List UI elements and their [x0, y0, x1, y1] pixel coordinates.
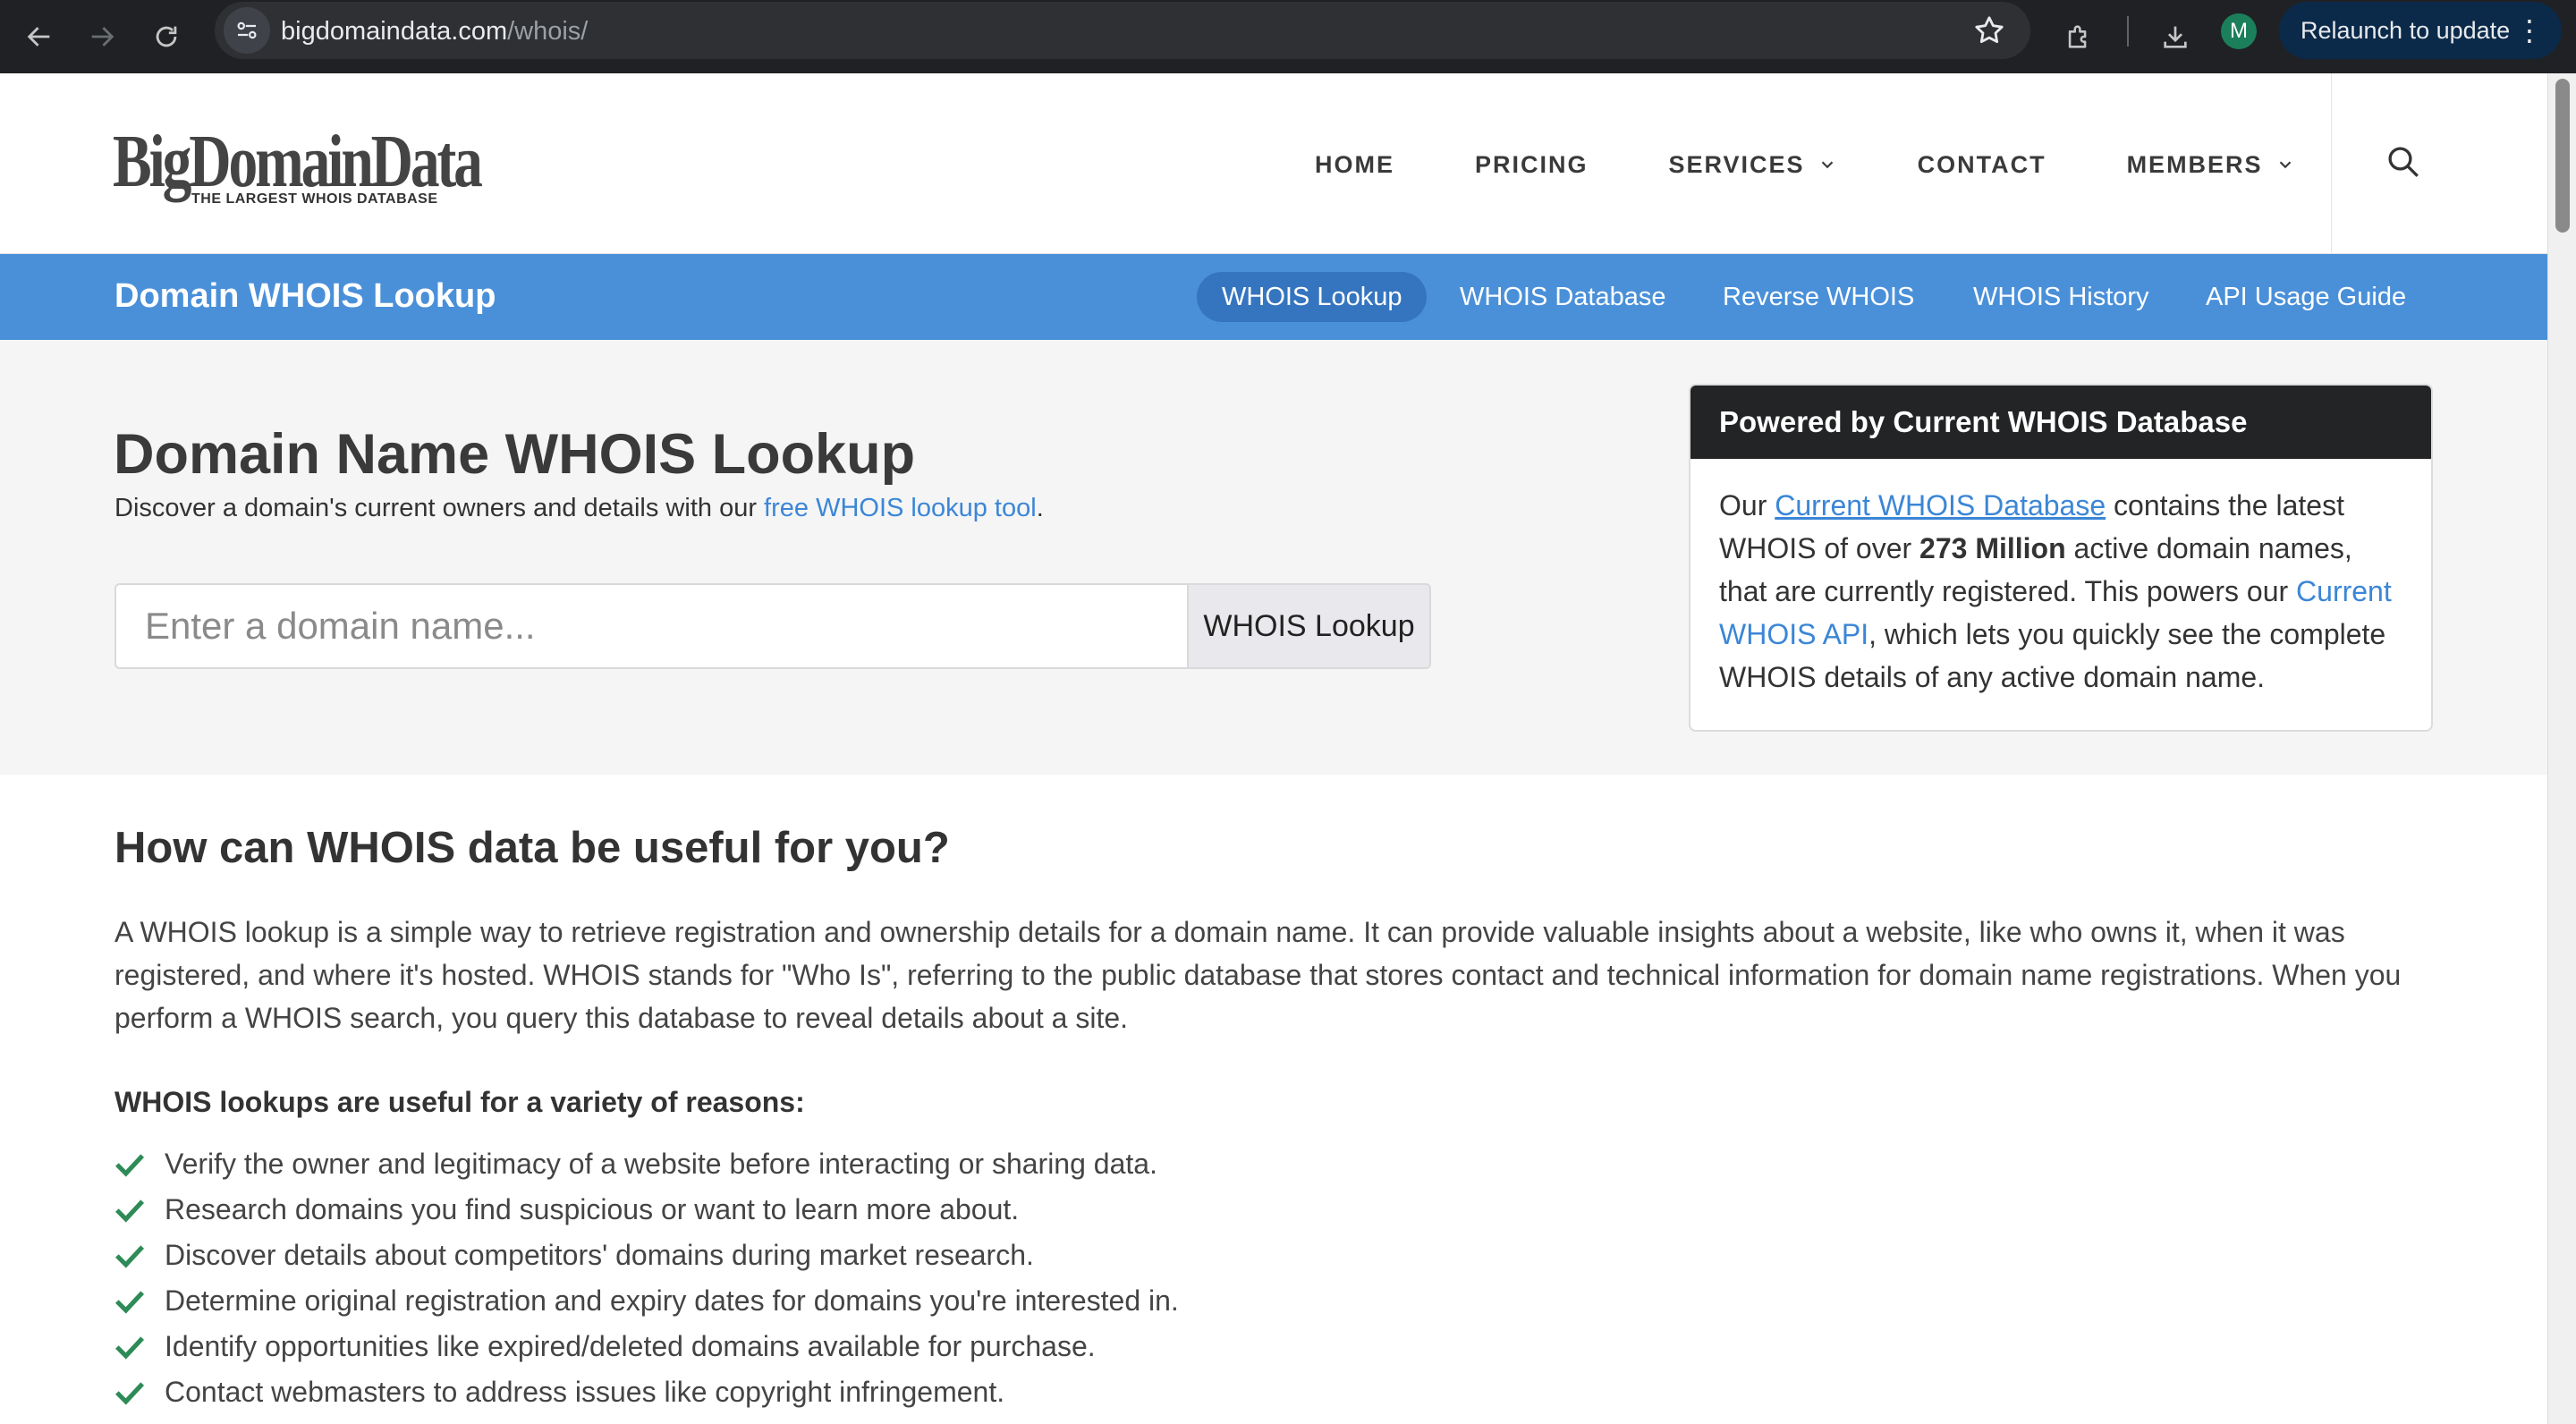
card-title: Powered by Current WHOIS Database [1690, 386, 2431, 459]
list-item: Determine original registration and expi… [114, 1278, 1179, 1324]
nav-divider [2331, 73, 2332, 254]
relaunch-label: Relaunch to update [2301, 17, 2511, 44]
checkmark-icon [115, 1335, 145, 1360]
domain-search-input[interactable] [114, 583, 1188, 669]
site-logo[interactable]: BigDomainData THE LARGEST WHOIS DATABASE [113, 120, 483, 208]
whois-lookup-button[interactable]: WHOIS Lookup [1187, 583, 1431, 669]
card-body: Our Current WHOIS Database contains the … [1690, 459, 2431, 699]
nav-pricing[interactable]: PRICING [1475, 151, 1589, 179]
hero-subtitle-suffix: . [1036, 494, 1044, 522]
browser-toolbar: bigdomaindata.com/whois/ M Relaunch to u… [0, 0, 2576, 73]
forward-arrow-icon[interactable] [77, 12, 127, 62]
list-item: Research domains you find suspicious or … [114, 1187, 1179, 1233]
free-whois-tool-link[interactable]: free WHOIS lookup tool [764, 494, 1037, 522]
toolbar-separator [2127, 16, 2129, 47]
checkmark-icon [115, 1244, 145, 1268]
nav-pricing-label: PRICING [1475, 150, 1589, 178]
logo-wordmark: BigDomainData [113, 120, 483, 203]
nav-contact[interactable]: CONTACT [1918, 151, 2046, 179]
address-bar[interactable]: bigdomaindata.com/whois/ [215, 2, 2030, 59]
subnav-whois-lookup[interactable]: WHOIS Lookup [1197, 272, 1428, 322]
current-whois-database-link[interactable]: Current WHOIS Database [1775, 489, 2106, 521]
list-item: Verify the owner and legitimacy of a web… [114, 1141, 1179, 1187]
subnav-whois-history[interactable]: WHOIS History [1948, 272, 2174, 322]
list-item: Contact webmasters to address issues lik… [114, 1369, 1179, 1415]
extensions-icon[interactable] [2054, 12, 2104, 62]
nav-services-label: SERVICES [1668, 150, 1805, 178]
subnav-whois-database[interactable]: WHOIS Database [1435, 272, 1690, 322]
reason-text: Research domains you find suspicious or … [165, 1193, 1020, 1225]
nav-contact-label: CONTACT [1917, 150, 2046, 178]
site-header: BigDomainData THE LARGEST WHOIS DATABASE… [0, 73, 2547, 254]
reason-text: Identify opportunities like expired/dele… [165, 1330, 1096, 1362]
subnav-api-usage-guide[interactable]: API Usage Guide [2181, 272, 2431, 322]
reasons-heading: WHOIS lookups are useful for a variety o… [114, 1086, 805, 1118]
checkmark-icon [115, 1153, 145, 1177]
whois-subnav-bar: Domain WHOIS Lookup WHOIS Lookup WHOIS D… [0, 254, 2547, 340]
back-arrow-icon[interactable] [14, 12, 64, 62]
reasons-list: Verify the owner and legitimacy of a web… [114, 1141, 1179, 1415]
kebab-menu-icon[interactable]: ⋮ [2515, 2, 2544, 59]
url-text[interactable]: bigdomaindata.com/whois/ [281, 16, 588, 47]
reason-text: Determine original registration and expi… [165, 1284, 1179, 1317]
intro-paragraph: A WHOIS lookup is a simple way to retrie… [114, 916, 2402, 1034]
nav-services[interactable]: SERVICES [1669, 151, 1837, 179]
logo-tagline: THE LARGEST WHOIS DATABASE [191, 191, 438, 207]
url-path: /whois/ [507, 17, 589, 46]
nav-home[interactable]: HOME [1315, 151, 1394, 179]
hero-subtitle: Discover a domain's current owners and d… [114, 494, 1044, 523]
download-icon[interactable] [2150, 12, 2200, 62]
checkmark-icon [115, 1199, 145, 1223]
card-domain-count: 273 Million [1919, 532, 2066, 564]
subnav-reverse-whois[interactable]: Reverse WHOIS [1698, 272, 1939, 322]
reason-text: Verify the owner and legitimacy of a web… [165, 1148, 1157, 1180]
chevron-down-icon [2279, 161, 2291, 169]
powered-by-card: Powered by Current WHOIS Database Our Cu… [1689, 384, 2433, 732]
site-info-icon[interactable] [224, 7, 270, 54]
checkmark-icon [115, 1381, 145, 1405]
nav-members[interactable]: MEMBERS [2127, 151, 2295, 179]
nav-home-label: HOME [1315, 150, 1394, 178]
reason-text: Discover details about competitors' doma… [165, 1239, 1034, 1271]
reload-icon[interactable] [141, 12, 191, 62]
page-scrollbar[interactable] [2547, 73, 2576, 1424]
subbar-title: Domain WHOIS Lookup [114, 277, 496, 315]
list-item: Discover details about competitors' doma… [114, 1233, 1179, 1278]
profile-avatar[interactable]: M [2221, 13, 2257, 49]
chevron-down-icon [1821, 161, 1833, 169]
section-heading: How can WHOIS data be useful for you? [114, 824, 950, 872]
main-nav: HOME PRICING SERVICES CONTACT MEMBERS [1315, 147, 2295, 182]
bookmark-star-icon[interactable] [1971, 13, 2007, 48]
url-host: bigdomaindata.com [281, 17, 508, 46]
scrollbar-thumb[interactable] [2555, 79, 2570, 233]
relaunch-button[interactable]: Relaunch to update ⋮ [2279, 2, 2562, 59]
reason-text: Contact webmasters to address issues lik… [165, 1376, 1005, 1408]
hero-subtitle-prefix: Discover a domain's current owners and d… [114, 494, 765, 522]
list-item: Identify opportunities like expired/dele… [114, 1324, 1179, 1369]
page-title: Domain Name WHOIS Lookup [114, 423, 916, 486]
checkmark-icon [115, 1290, 145, 1314]
search-icon[interactable] [2385, 143, 2422, 181]
card-text-1: Our [1719, 489, 1775, 521]
nav-members-label: MEMBERS [2126, 150, 2263, 178]
